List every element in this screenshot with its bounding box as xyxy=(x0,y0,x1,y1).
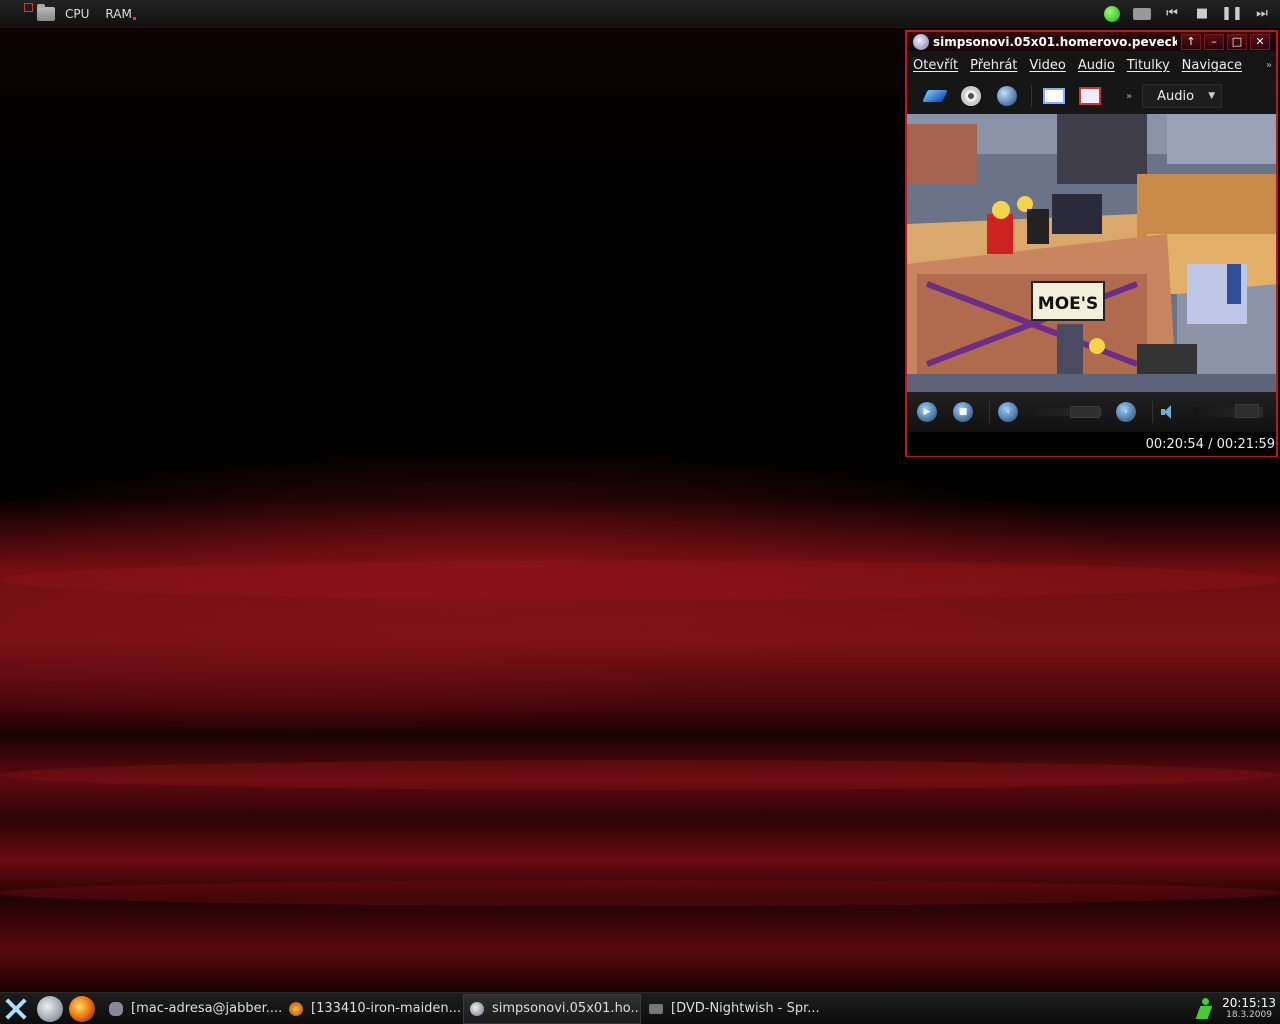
previous-track-icon[interactable]: ⏮ xyxy=(1162,5,1182,23)
window-title: simpsonovi.05x01.homerovo.pevecke.kvarte… xyxy=(933,34,1177,49)
system-tray: 20:15:13 18.3.2009 xyxy=(1194,997,1280,1021)
seek-handle[interactable] xyxy=(1070,406,1100,418)
wallpaper-wave xyxy=(0,560,1280,600)
clock-date: 18.3.2009 xyxy=(1226,1010,1272,1020)
folder-icon[interactable] xyxy=(37,3,55,21)
minimize-button[interactable]: – xyxy=(1204,33,1224,50)
rewind-icon[interactable]: ‹ xyxy=(998,402,1018,422)
running-man-icon[interactable] xyxy=(1194,997,1216,1021)
menu-video[interactable]: Video xyxy=(1029,58,1065,73)
speaker-icon[interactable] xyxy=(1161,404,1173,420)
maximize-button[interactable]: □ xyxy=(1227,33,1247,50)
open-url-icon[interactable] xyxy=(995,85,1019,107)
toolbar: » Audio ▼ xyxy=(907,78,1276,114)
smplayer-icon xyxy=(913,33,929,50)
ram-label: RAM xyxy=(105,6,132,21)
smplayer-icon xyxy=(470,1001,484,1016)
menu-square-icon[interactable] xyxy=(24,3,33,12)
chevron-down-icon: ▼ xyxy=(1208,91,1216,101)
smplayer-launcher-icon[interactable] xyxy=(37,995,63,1022)
window-titlebar[interactable]: simpsonovi.05x01.homerovo.pevecke.kvarte… xyxy=(907,32,1276,52)
wallpaper-wave xyxy=(0,760,1280,790)
toolbar-separator xyxy=(1031,85,1032,107)
chat-icon xyxy=(109,1001,123,1016)
fullscreen-icon[interactable] xyxy=(1078,85,1102,107)
seek-bar[interactable] xyxy=(1034,406,1102,418)
bottom-taskbar: [mac-adresa@jabber.... [133410-iron-maid… xyxy=(0,992,1280,1024)
menu-navigation[interactable]: Navigace xyxy=(1182,58,1242,73)
ram-monitor: RAM xyxy=(105,6,136,21)
stop-icon[interactable]: ■ xyxy=(953,402,973,422)
task-smplayer[interactable]: simpsonovi.05x01.ho... xyxy=(463,993,641,1024)
volume-slider[interactable] xyxy=(1193,404,1263,418)
play-pause-icon[interactable]: ▶ xyxy=(917,402,937,422)
menu-open[interactable]: Otevřít xyxy=(913,58,958,73)
task-label: simpsonovi.05x01.ho... xyxy=(492,1001,641,1016)
status-online-icon[interactable] xyxy=(1102,5,1122,23)
menu-audio[interactable]: Audio xyxy=(1078,58,1115,73)
audio-select-value: Audio xyxy=(1157,88,1195,104)
stop-icon[interactable]: ■ xyxy=(1192,5,1212,23)
next-track-icon[interactable]: ⏭ xyxy=(1252,5,1272,23)
menubar: Otevřít Přehrát Video Audio Titulky Navi… xyxy=(907,52,1276,78)
mail-icon[interactable] xyxy=(1132,5,1152,23)
folder-icon xyxy=(649,1003,663,1014)
time-display: 00:20:54 / 00:21:59 xyxy=(1145,436,1275,452)
task-label: [mac-adresa@jabber.... xyxy=(131,1001,281,1016)
forward-icon[interactable]: › xyxy=(1116,402,1136,422)
wallpaper-wave xyxy=(0,880,1280,906)
controls-separator xyxy=(989,401,990,423)
task-label: [133410-iron-maiden... xyxy=(311,1001,461,1016)
firefox-launcher-icon[interactable] xyxy=(69,995,95,1022)
media-player-window: simpsonovi.05x01.homerovo.pevecke.kvarte… xyxy=(905,30,1278,457)
menu-subtitles[interactable]: Titulky xyxy=(1127,58,1170,73)
menu-play[interactable]: Přehrát xyxy=(970,58,1017,73)
moes-sign-text: MOE'S xyxy=(1038,294,1098,314)
clock-time: 20:15:13 xyxy=(1222,996,1276,1010)
start-menu-icon[interactable] xyxy=(3,996,29,1022)
task-firefox[interactable]: [133410-iron-maiden... xyxy=(283,994,461,1024)
task-file-manager[interactable]: [DVD-Nightwish - Spr... xyxy=(643,994,821,1024)
toolbar-overflow-icon[interactable]: » xyxy=(1126,91,1132,102)
open-file-icon[interactable] xyxy=(922,85,948,107)
clock[interactable]: 20:15:13 18.3.2009 xyxy=(1222,997,1276,1020)
firefox-icon xyxy=(289,1001,303,1016)
audio-track-select[interactable]: Audio ▼ xyxy=(1142,84,1223,108)
ram-indicator xyxy=(132,16,136,20)
menu-overflow-icon[interactable]: » xyxy=(1266,60,1272,71)
top-panel: CPU RAM ⏮ ■ ❚❚ ⏭ xyxy=(0,0,1280,28)
task-label: [DVD-Nightwish - Spr... xyxy=(671,1001,820,1016)
close-button[interactable]: ✕ xyxy=(1250,33,1270,50)
pause-icon[interactable]: ❚❚ xyxy=(1221,5,1243,23)
time-display-bar: 00:20:54 / 00:21:59 xyxy=(907,432,1276,456)
window-mode-icon[interactable] xyxy=(1042,85,1066,107)
video-display[interactable]: MOE'S xyxy=(907,114,1276,392)
shade-button[interactable]: ↑ xyxy=(1181,33,1201,50)
video-frame: MOE'S xyxy=(907,114,1276,392)
cpu-monitor: CPU xyxy=(65,6,90,21)
task-jabber[interactable]: [mac-adresa@jabber.... xyxy=(103,994,281,1024)
controls-separator xyxy=(1152,401,1153,423)
playback-controls: ▶ ■ ‹ › xyxy=(907,392,1276,432)
volume-handle[interactable] xyxy=(1235,404,1259,418)
open-dvd-icon[interactable] xyxy=(959,85,983,107)
